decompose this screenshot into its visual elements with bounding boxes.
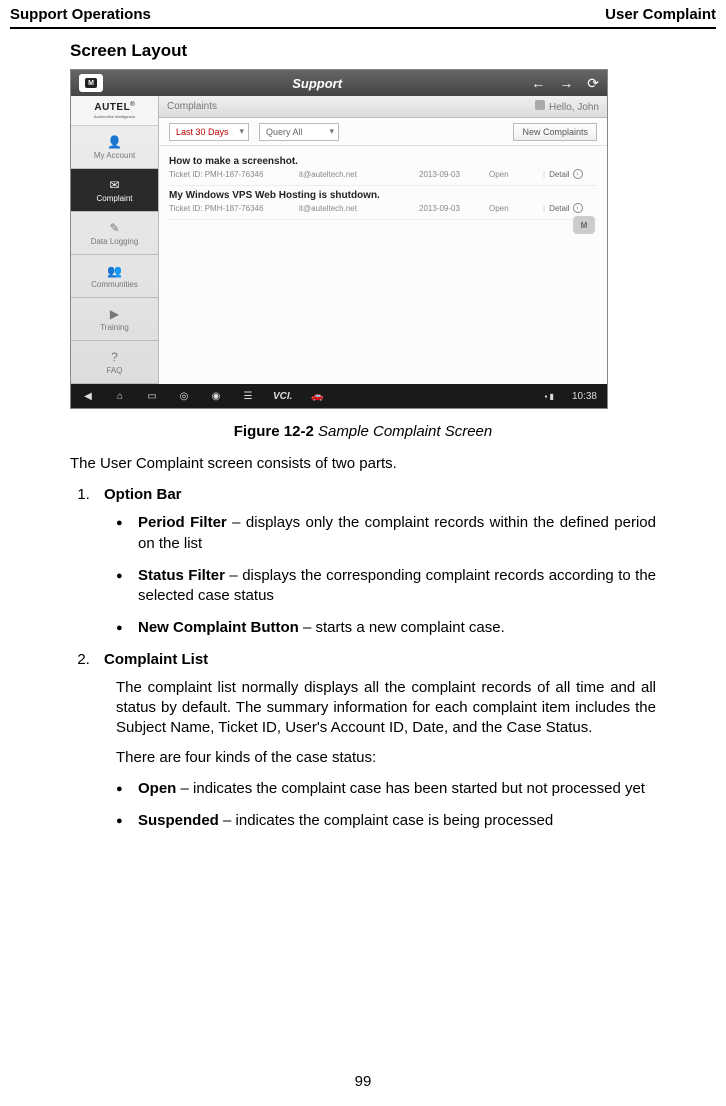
clock: 10:38 xyxy=(572,391,597,402)
row-title: How to make a screenshot. xyxy=(169,156,597,167)
bullet-new-complaint: New Complaint Button – starts a new comp… xyxy=(116,618,656,638)
refresh-icon[interactable]: ⟳ xyxy=(587,75,599,92)
avatar-icon xyxy=(535,100,545,110)
user-icon: 👤 xyxy=(106,135,124,149)
tab-title: Complaints xyxy=(167,101,217,112)
intro-paragraph: The User Complaint screen consists of tw… xyxy=(70,454,656,474)
nav-camera-icon[interactable]: ◉ xyxy=(209,391,223,402)
list-item[interactable]: My Windows VPS Web Hosting is shutdown. … xyxy=(169,186,597,220)
new-complaint-button[interactable]: New Complaints xyxy=(513,123,597,141)
sidebar-item-label: Complaint xyxy=(96,194,132,203)
shot-title: Support xyxy=(111,76,523,91)
case-status-intro: There are four kinds of the case status: xyxy=(116,748,656,768)
float-badge-icon[interactable]: M xyxy=(573,216,595,234)
complaint-list-desc: The complaint list normally displays all… xyxy=(116,678,656,739)
nav-browser-icon[interactable]: ◎ xyxy=(177,391,191,402)
bullet-status-filter: Status Filter – displays the correspondi… xyxy=(116,566,656,607)
option-bar: Last 30 Days Query All New Complaints xyxy=(159,118,607,146)
shot-tabbar: Complaints Hello, John xyxy=(159,96,607,118)
play-icon: ▶ xyxy=(106,307,124,321)
sidebar-item-label: My Account xyxy=(94,151,135,160)
sidebar-item-my-account[interactable]: 👤 My Account xyxy=(71,126,158,169)
sidebar-item-data-logging[interactable]: ✎ Data Logging xyxy=(71,212,158,255)
bullet-suspended: Suspended – indicates the complaint case… xyxy=(116,811,656,831)
shot-main: Complaints Hello, John Last 30 Days Quer… xyxy=(159,96,607,384)
section-heading: Screen Layout xyxy=(70,41,656,61)
page-header: Support Operations User Complaint xyxy=(0,0,726,27)
sidebar-item-label: Training xyxy=(100,323,129,332)
back-icon[interactable]: ← xyxy=(531,75,545,92)
nav-back-icon[interactable]: ◀ xyxy=(81,391,95,402)
sidebar-item-label: Communities xyxy=(91,280,138,289)
chevron-right-icon[interactable]: › xyxy=(573,203,583,213)
bullet-open: Open – indicates the complaint case has … xyxy=(116,779,656,799)
shot-sidebar: AUTEL® Automotive Intelligence 👤 My Acco… xyxy=(71,96,159,384)
figure-caption: Figure 12-2 Sample Complaint Screen xyxy=(70,423,656,440)
chevron-right-icon[interactable]: › xyxy=(573,169,583,179)
period-filter-select[interactable]: Last 30 Days xyxy=(169,123,249,141)
pencil-icon: ✎ xyxy=(106,221,124,235)
people-icon: 👥 xyxy=(106,264,124,278)
bullet-period-filter: Period Filter – displays only the compla… xyxy=(116,513,656,554)
list-item[interactable]: How to make a screenshot. Ticket ID: PMH… xyxy=(169,152,597,186)
sidebar-item-label: FAQ xyxy=(106,366,122,375)
sidebar-item-complaint[interactable]: ✉ Complaint xyxy=(71,169,158,212)
nav-recent-icon[interactable]: ▭ xyxy=(145,391,159,402)
shot-bottombar: ◀ ⌂ ▭ ◎ ◉ ☰ VCI. 🚗 ▪ ▮ 10:38 xyxy=(71,384,607,408)
nav-vci-icon[interactable]: VCI. xyxy=(273,391,292,402)
sidebar-item-label: Data Logging xyxy=(91,237,139,246)
nav-car-icon[interactable]: 🚗 xyxy=(310,391,324,402)
question-icon: ? xyxy=(106,350,124,364)
nav-menu-icon[interactable]: ☰ xyxy=(241,391,255,402)
brand-logo: AUTEL® Automotive Intelligence xyxy=(71,96,158,126)
list-item-option-bar: Option Bar Period Filter – displays only… xyxy=(94,486,656,638)
detail-link[interactable]: Detail xyxy=(549,170,569,179)
forward-icon[interactable]: → xyxy=(559,75,573,92)
list-item-complaint-list: Complaint List The complaint list normal… xyxy=(94,651,656,832)
greeting: Hello, John xyxy=(549,102,599,113)
numbered-list: Option Bar Period Filter – displays only… xyxy=(70,486,656,831)
sidebar-item-training[interactable]: ▶ Training xyxy=(71,298,158,341)
shot-titlebar: M Support ← → ⟳ xyxy=(71,70,607,96)
home-badge-icon[interactable]: M xyxy=(79,74,103,92)
envelope-icon: ✉ xyxy=(106,178,124,192)
nav-home-icon[interactable]: ⌂ xyxy=(113,391,127,402)
header-right: User Complaint xyxy=(605,6,716,23)
detail-link[interactable]: Detail xyxy=(549,204,569,213)
header-left: Support Operations xyxy=(10,6,151,23)
screenshot: M Support ← → ⟳ AUTEL® Automotive Intell… xyxy=(70,69,608,409)
sidebar-item-faq[interactable]: ? FAQ xyxy=(71,341,158,384)
status-filter-select[interactable]: Query All xyxy=(259,123,339,141)
page-number: 99 xyxy=(0,1073,726,1090)
row-title: My Windows VPS Web Hosting is shutdown. xyxy=(169,190,597,201)
complaint-list: How to make a screenshot. Ticket ID: PMH… xyxy=(159,146,607,226)
sidebar-item-communities[interactable]: 👥 Communities xyxy=(71,255,158,298)
header-rule xyxy=(10,27,716,29)
